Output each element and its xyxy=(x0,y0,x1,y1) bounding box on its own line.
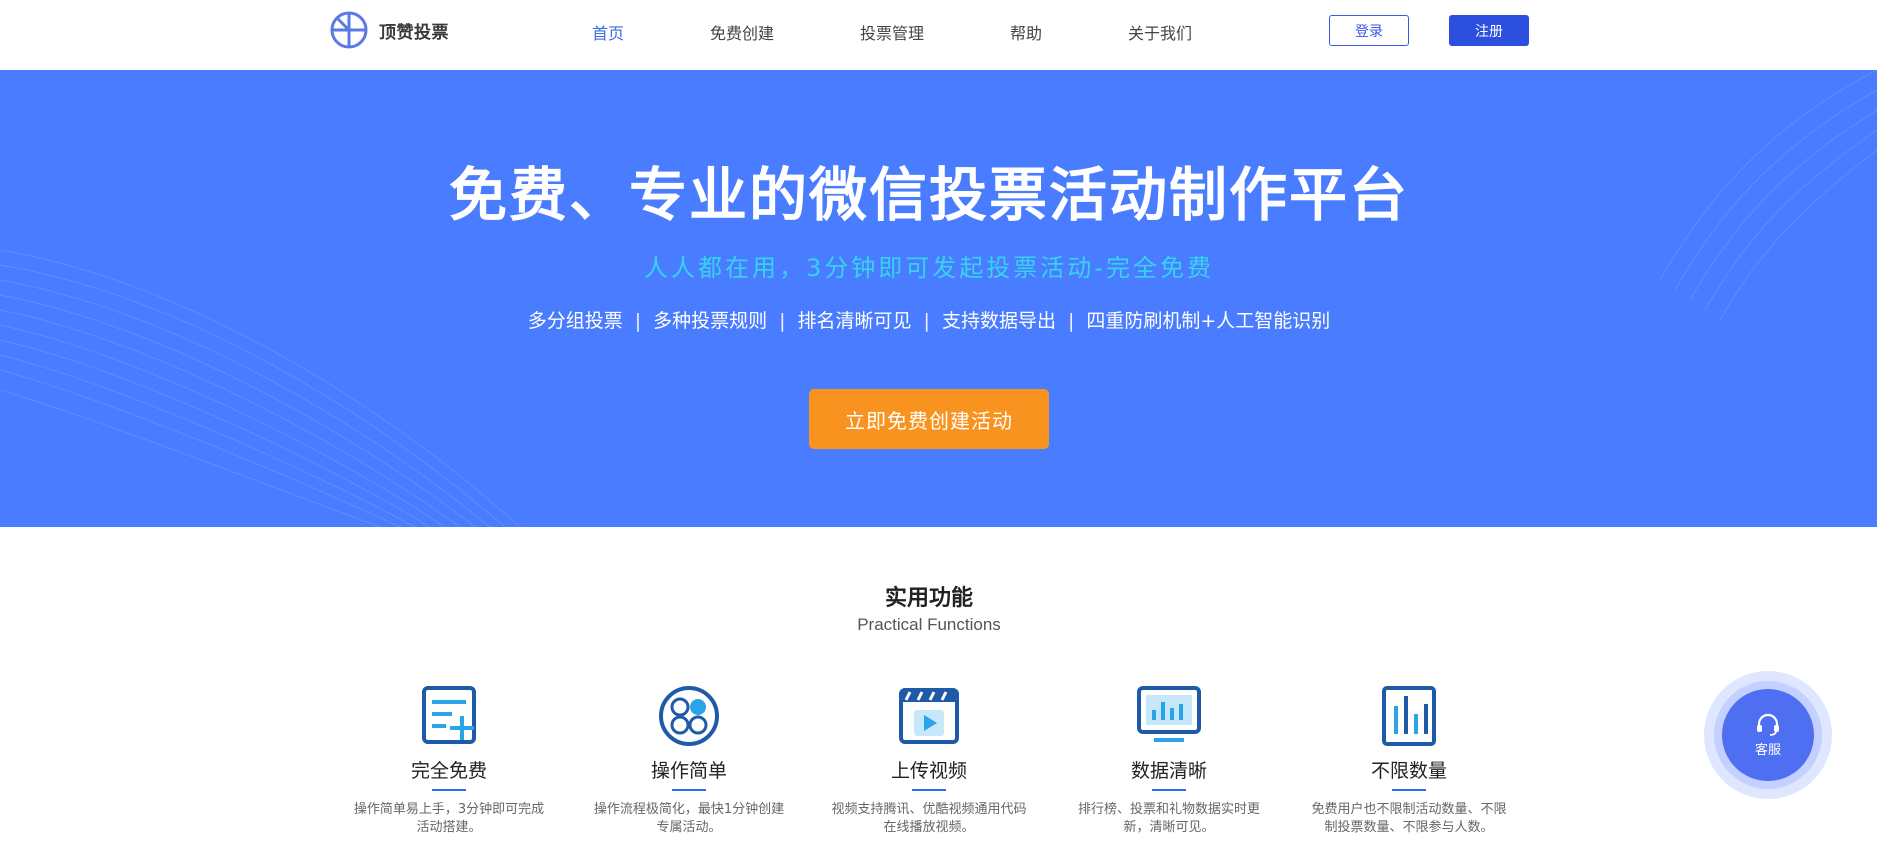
feature-desc: 操作流程极简化，最快1分钟创建专属活动。 xyxy=(593,802,785,835)
feature-title: 操作简单 xyxy=(650,760,727,782)
section-subtitle: Practical Functions xyxy=(857,615,1001,634)
circles-grid-icon xyxy=(659,686,719,746)
nav-free-create[interactable]: 免费创建 xyxy=(710,20,774,44)
logo[interactable]: 顶赞投票 xyxy=(329,10,449,50)
customer-service-button[interactable]: 客服 xyxy=(1704,671,1832,799)
login-button[interactable]: 登录 xyxy=(1329,15,1409,46)
feature-desc: 视频支持腾讯、优酷视频通用代码在线播放视频。 xyxy=(831,802,1027,835)
form-plus-icon xyxy=(422,686,476,744)
feature-desc: 免费用户也不限制活动数量、不限制投票数量、不限参与人数。 xyxy=(1311,802,1507,835)
feature-title: 上传视频 xyxy=(890,760,967,782)
feature-title: 数据清晰 xyxy=(1130,760,1207,782)
hero-feature-separator: | xyxy=(923,310,930,332)
feature-card-data: 数据清晰 排行榜、投票和礼物数据实时更新，清晰可见。 xyxy=(1069,684,1269,837)
hero-banner: 免费、专业的微信投票活动制作平台 人人都在用，3分钟即可发起投票活动-完全免费 … xyxy=(0,70,1877,527)
video-clapper-icon xyxy=(899,688,959,744)
top-header: 顶赞投票 首页 免费创建 投票管理 帮助 关于我们 登录 注册 xyxy=(0,0,1877,70)
customer-service-core[interactable]: 客服 xyxy=(1722,689,1814,781)
hero-feature-item: 多分组投票 xyxy=(527,310,623,332)
feature-card-free: 完全免费 操作简单易上手，3分钟即可完成活动搭建。 xyxy=(349,684,549,837)
nav-vote-manage[interactable]: 投票管理 xyxy=(860,20,924,44)
feature-underline xyxy=(672,789,706,791)
feature-underline xyxy=(1392,789,1426,791)
customer-service-label: 客服 xyxy=(1754,742,1781,758)
feature-card-video: 上传视频 视频支持腾讯、优酷视频通用代码在线播放视频。 xyxy=(829,684,1029,837)
create-activity-button[interactable]: 立即免费创建活动 xyxy=(809,389,1049,449)
hero-feature-separator: | xyxy=(779,310,786,332)
logo-globe-icon xyxy=(330,11,368,49)
feature-underline xyxy=(432,789,466,791)
logo-text: 顶赞投票 xyxy=(379,22,449,43)
hero-feature-item: 多种投票规则 xyxy=(653,310,768,332)
hero-wave-decoration xyxy=(0,70,1877,527)
hero-title: 免费、专业的微信投票活动制作平台 xyxy=(448,161,1409,229)
hero-feature-item: 四重防刷机制+人工智能识别 xyxy=(1086,310,1331,332)
nav-help[interactable]: 帮助 xyxy=(1010,20,1042,44)
feature-desc: 操作简单易上手，3分钟即可完成活动搭建。 xyxy=(353,802,545,835)
section-title: 实用功能 xyxy=(884,586,973,611)
bar-chart-monitor-icon xyxy=(1137,686,1201,742)
feature-title: 不限数量 xyxy=(1370,760,1447,782)
hero-feature-item: 支持数据导出 xyxy=(941,310,1056,332)
headset-icon xyxy=(1757,713,1779,736)
hero-subtitle: 人人都在用，3分钟即可发起投票活动-完全免费 xyxy=(644,254,1214,282)
nav-about[interactable]: 关于我们 xyxy=(1128,20,1192,44)
feature-underline xyxy=(912,789,946,791)
hero-feature-separator: | xyxy=(1067,310,1075,332)
hero-feature-item: 排名清晰可见 xyxy=(797,310,912,332)
customer-service-ring: 客服 xyxy=(1714,681,1822,789)
feature-title: 完全免费 xyxy=(410,760,487,782)
bar-chart-box-icon xyxy=(1382,686,1436,746)
hero-feature-separator: | xyxy=(634,310,642,332)
feature-card-simple: 操作简单 操作流程极简化，最快1分钟创建专属活动。 xyxy=(589,684,789,837)
register-button[interactable]: 注册 xyxy=(1449,15,1529,46)
nav-home[interactable]: 首页 xyxy=(592,20,624,44)
feature-card-unlimited: 不限数量 免费用户也不限制活动数量、不限制投票数量、不限参与人数。 xyxy=(1309,684,1509,837)
feature-underline xyxy=(1152,789,1186,791)
hero-feature-list: 多分组投票 | 多种投票规则 | 排名清晰可见 | 支持数据导出 | 四重防刷机制+人工智能识别 xyxy=(0,306,1858,333)
feature-desc: 排行榜、投票和礼物数据实时更新，清晰可见。 xyxy=(1077,802,1260,835)
